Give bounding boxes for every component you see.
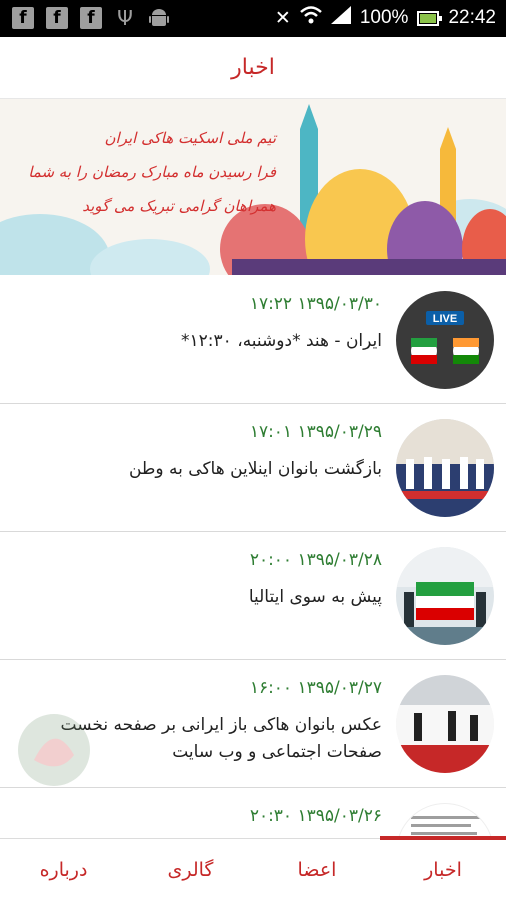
news-title: بازگشت بانوان اینلاین هاکی به وطن — [128, 459, 382, 479]
facebook-icon: f — [12, 7, 34, 29]
news-item[interactable]: LIVE ۱۳۹۵/۰۳/۳۰ ۱۷:۲۲ ایران - هند *دوشنب… — [0, 276, 506, 404]
tab-gallery[interactable]: گالری — [127, 839, 254, 901]
bottom-navigation: اخبار اعضا گالری درباره — [0, 836, 506, 901]
news-date: ۱۳۹۵/۰۳/۲۶ ۲۰:۳۰ — [249, 806, 382, 826]
status-bar: f f f Ψ ✕ 100% 22:42 — [0, 0, 506, 37]
news-thumbnail — [396, 675, 494, 773]
tab-news[interactable]: اخبار — [380, 839, 506, 901]
signal-icon — [330, 6, 351, 30]
usb-icon: Ψ — [117, 6, 133, 30]
svg-text:LIVE: LIVE — [433, 313, 457, 325]
team-logo-watermark — [14, 700, 124, 800]
tab-about[interactable]: درباره — [0, 839, 127, 901]
ramadan-banner[interactable]: تیم ملی اسکیت هاکی ایران فرا رسیدن ماه م… — [0, 99, 506, 275]
news-item[interactable]: ۱۳۹۵/۰۳/۲۸ ۲۰:۰۰ پیش به سوی ایتالیا — [0, 532, 506, 660]
banner-greeting: تیم ملی اسکیت هاکی ایران فرا رسیدن ماه م… — [28, 129, 276, 215]
news-title: پیش به سوی ایتالیا — [248, 587, 382, 607]
news-title: ایران - هند *دوشنبه، ۱۲:۳۰* — [181, 331, 382, 351]
battery-percent: 100% — [359, 7, 409, 28]
page-title: اخبار — [231, 55, 275, 80]
facebook-icon: f — [46, 7, 68, 29]
news-thumbnail: LIVE — [396, 291, 494, 389]
android-icon — [148, 7, 170, 33]
news-thumbnail — [396, 547, 494, 645]
app-header: اخبار — [0, 37, 506, 99]
news-thumbnail — [396, 419, 494, 517]
clock: 22:42 — [448, 7, 496, 28]
news-date: ۱۳۹۵/۰۳/۳۰ ۱۷:۲۲ — [249, 294, 382, 314]
news-date: ۱۳۹۵/۰۳/۲۸ ۲۰:۰۰ — [249, 550, 382, 570]
news-date: ۱۳۹۵/۰۳/۲۷ ۱۶:۰۰ — [249, 678, 382, 698]
news-item[interactable]: ۱۳۹۵/۰۳/۲۹ ۱۷:۰۱ بازگشت بانوان اینلاین ه… — [0, 404, 506, 532]
facebook-icon: f — [80, 7, 102, 29]
bluetooth-off-icon: ✕ — [274, 7, 291, 29]
wifi-icon — [300, 6, 322, 30]
tab-members[interactable]: اعضا — [254, 839, 380, 901]
battery-icon — [417, 10, 443, 26]
news-thumbnail — [396, 803, 494, 838]
news-date: ۱۳۹۵/۰۳/۲۹ ۱۷:۰۱ — [249, 422, 382, 442]
